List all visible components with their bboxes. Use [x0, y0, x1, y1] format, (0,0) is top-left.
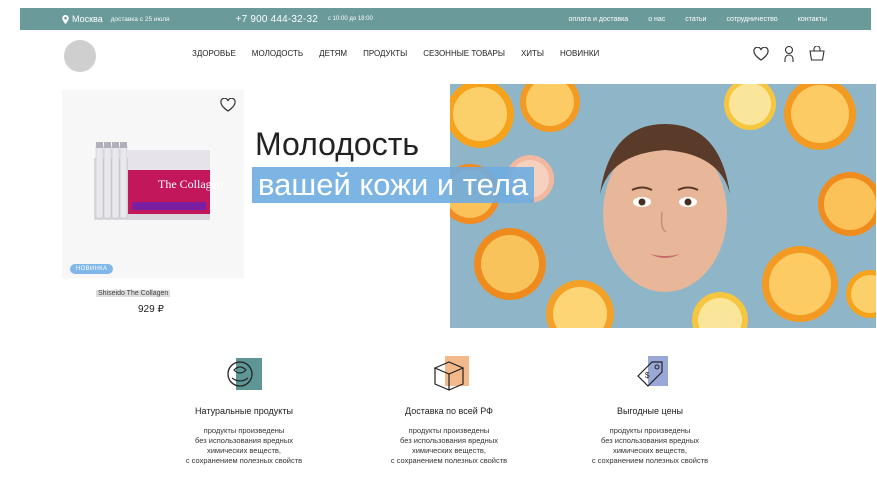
link-contacts[interactable]: контакты — [798, 16, 827, 23]
favorites-heart-icon[interactable] — [752, 45, 770, 63]
feature-natural: Натуральные продукты продукты произведен… — [159, 346, 329, 486]
features-section: Натуральные продукты продукты произведен… — [75, 346, 755, 486]
product-name[interactable]: Shiseido The Collagen — [96, 290, 171, 297]
feature-desc-line: с сохранением полезных свойств — [185, 456, 303, 465]
feature-desc-line: продукты произведены — [203, 426, 285, 435]
user-icon[interactable] — [780, 45, 798, 63]
link-cooperation[interactable]: сотрудничество — [726, 16, 777, 23]
svg-text:$: $ — [645, 371, 650, 380]
feature-desc-line: химических веществ, — [206, 446, 281, 455]
product-image[interactable]: The Collagen — [88, 140, 224, 226]
nav-item-seasonal[interactable]: СЕЗОННЫЕ ТОВАРЫ — [421, 47, 507, 60]
feature-title: Выгодные цены — [616, 406, 684, 416]
feature-delivery: Доставка по всей РФ продукты произведены… — [349, 346, 549, 486]
nav-item-products[interactable]: ПРОДУКТЫ — [361, 47, 409, 60]
feature-desc-line: без использования вредных — [601, 436, 699, 445]
add-to-favorites-heart-icon[interactable] — [220, 98, 236, 112]
city-label: Москва — [72, 14, 103, 24]
hero-image-citrus-face — [450, 84, 876, 328]
link-payment-delivery[interactable]: оплата и доставка — [569, 16, 629, 23]
nav-item-youth[interactable]: МОЛОДОСТЬ — [250, 47, 305, 60]
hero-section: The Collagen НОВИНКА Shiseido The Collag… — [40, 84, 876, 334]
feature-desc-line: с сохранением полезных свойств — [591, 456, 709, 465]
city-selector[interactable]: Москва — [62, 14, 103, 24]
feature-desc-line: продукты произведены — [408, 426, 490, 435]
feature-desc-line: с сохранением полезных свойств — [390, 456, 508, 465]
nav-item-health[interactable]: ЗДОРОВЬЕ — [190, 47, 238, 60]
nav-item-new[interactable]: НОВИНКИ — [558, 47, 601, 60]
new-badge: НОВИНКА — [70, 264, 114, 274]
natural-leaf-globe-icon — [220, 354, 268, 394]
delivery-box-icon — [425, 354, 473, 394]
working-hours: с 10:00 до 18:00 — [327, 16, 373, 22]
feature-desc-line: без использования вредных — [195, 436, 293, 445]
nav-item-hits[interactable]: ХИТЫ — [519, 47, 546, 60]
cart-icon[interactable] — [808, 45, 826, 63]
feature-title: Натуральные продукты — [195, 406, 293, 416]
main-header: ЗДОРОВЬЕ МОЛОДОСТЬ ДЕТЯМ ПРОДУКТЫ СЕЗОНН… — [20, 36, 871, 76]
logo[interactable] — [64, 40, 96, 72]
hero-subtitle: вашей кожи и тела — [252, 167, 535, 203]
location-pin-icon — [62, 14, 69, 24]
feature-description: продукты произведены без использования в… — [545, 426, 755, 466]
product-card[interactable]: The Collagen НОВИНКА — [62, 90, 244, 278]
product-price: 929 ₽ — [138, 304, 164, 315]
top-info-bar: Москва доставка с 25 июля +7 900 444-32-… — [20, 8, 871, 30]
feature-desc-line: без использования вредных — [400, 436, 498, 445]
hero-title: Молодость — [255, 126, 420, 162]
feature-prices: $ Выгодные цены продукты произведены без… — [545, 346, 755, 486]
feature-desc-line: продукты произведены — [609, 426, 691, 435]
feature-title: Доставка по всей РФ — [405, 406, 493, 416]
link-articles[interactable]: статьи — [685, 16, 706, 23]
main-nav: ЗДОРОВЬЕ МОЛОДОСТЬ ДЕТЯМ ПРОДУКТЫ СЕЗОНН… — [190, 47, 601, 60]
link-about[interactable]: о нас — [648, 16, 665, 23]
feature-description: продукты произведены без использования в… — [349, 426, 549, 466]
header-icons — [752, 45, 826, 63]
feature-description: продукты произведены без использования в… — [159, 426, 329, 466]
phone-link[interactable]: +7 900 444-32-32 — [236, 14, 318, 25]
product-image-label: The Collagen — [158, 177, 223, 191]
price-tag-icon: $ — [626, 354, 674, 394]
nav-item-kids[interactable]: ДЕТЯМ — [317, 47, 349, 60]
top-links: оплата и доставка о нас статьи сотруднич… — [569, 16, 827, 23]
feature-desc-line: химических веществ, — [411, 446, 486, 455]
feature-desc-line: химических веществ, — [612, 446, 687, 455]
delivery-note: доставка с 25 июля — [110, 15, 170, 23]
